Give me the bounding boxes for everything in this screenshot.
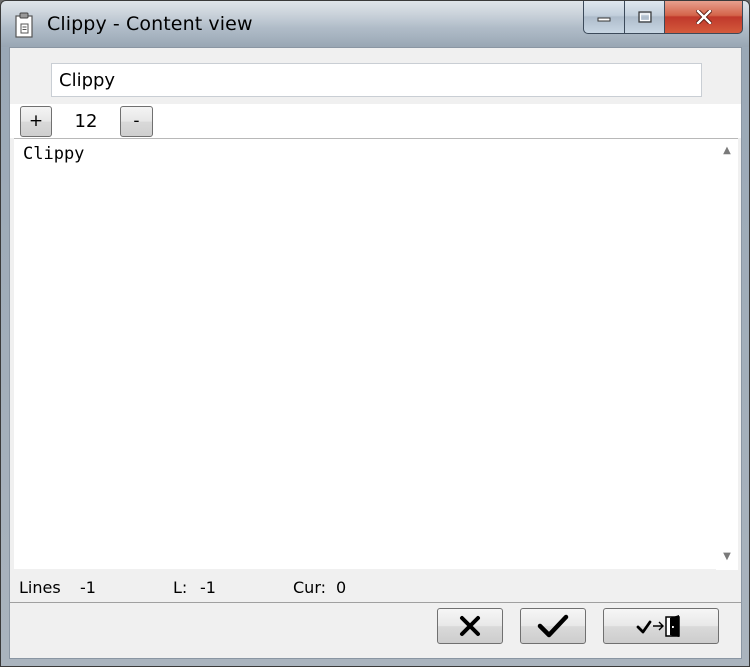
- clipboard-icon: [15, 12, 33, 38]
- vertical-scrollbar[interactable]: ▲ ▼: [716, 139, 738, 570]
- decrease-font-button[interactable]: -: [120, 106, 153, 137]
- check-icon: [537, 614, 569, 638]
- cancel-button[interactable]: [437, 608, 503, 644]
- increase-font-button[interactable]: +: [20, 106, 52, 137]
- client-area: Clippy + 12 - Clippy ▲ ▼ Lines -1 L: -1 …: [9, 47, 742, 659]
- line-label: L:: [173, 578, 188, 597]
- scroll-down-arrow-icon[interactable]: ▼: [716, 546, 738, 568]
- close-button[interactable]: [665, 1, 743, 34]
- lines-label: Lines: [19, 578, 61, 597]
- check-exit-icon: [636, 615, 680, 637]
- content-editor[interactable]: Clippy ▲ ▼: [14, 138, 738, 570]
- minimize-icon: [597, 17, 611, 22]
- maximize-button[interactable]: [625, 1, 665, 34]
- divider: [10, 602, 741, 603]
- title-bar[interactable]: Clippy - Content view: [1, 1, 749, 47]
- cursor-value: 0: [336, 578, 347, 597]
- ok-and-exit-button[interactable]: [603, 608, 719, 644]
- window-title: Clippy - Content view: [47, 13, 253, 35]
- scroll-up-arrow-icon[interactable]: ▲: [716, 140, 738, 162]
- cross-icon: [460, 616, 480, 636]
- cursor-label: Cur:: [293, 578, 326, 597]
- caption-buttons: [583, 1, 743, 35]
- minimize-button[interactable]: [583, 1, 625, 34]
- lines-value: -1: [80, 578, 96, 597]
- maximize-icon: [637, 11, 652, 23]
- editor-text[interactable]: Clippy: [23, 144, 84, 164]
- ok-button[interactable]: [520, 608, 586, 644]
- font-size-value[interactable]: 12: [58, 107, 114, 137]
- status-bar: Lines -1 L: -1 Cur: 0: [10, 572, 741, 602]
- line-value: -1: [200, 578, 216, 597]
- name-input[interactable]: Clippy: [51, 63, 702, 97]
- app-window: Clippy - Content view Clippy + 12 - Clip…: [0, 0, 750, 667]
- close-icon: [695, 10, 712, 24]
